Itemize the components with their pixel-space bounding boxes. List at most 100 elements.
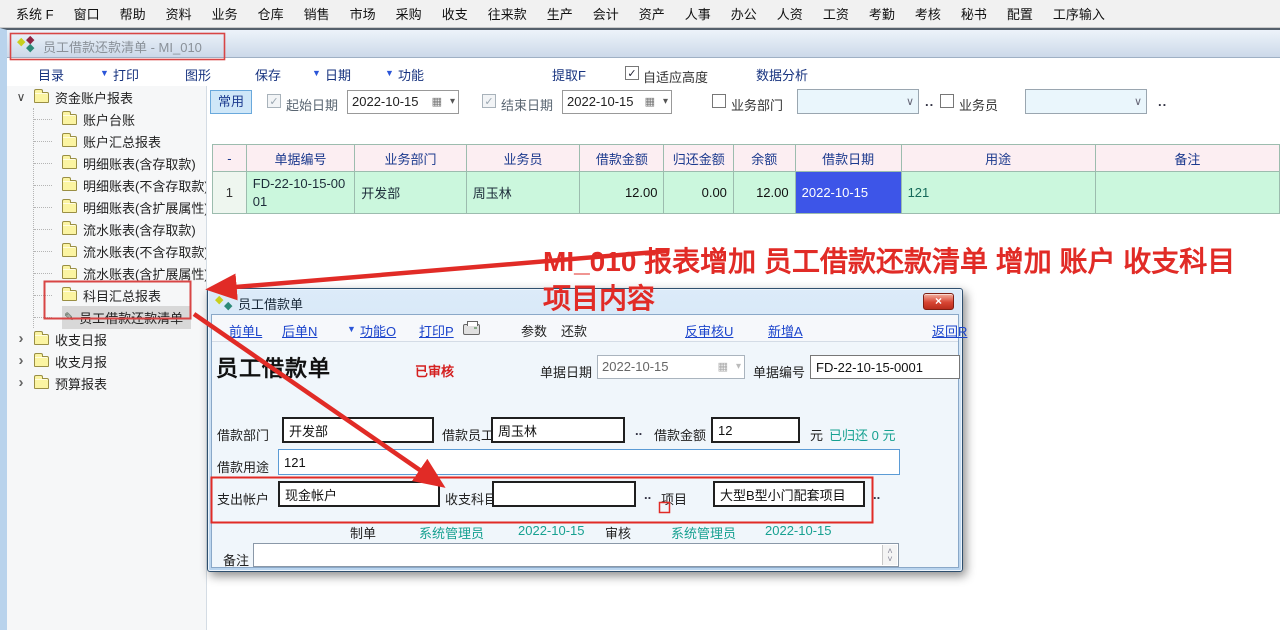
- menu-item[interactable]: 仓库: [248, 4, 294, 23]
- tree-node-daily[interactable]: › 收支日报: [7, 328, 206, 350]
- menu-item[interactable]: 人资: [767, 4, 813, 23]
- function-menu-button[interactable]: 功能: [398, 65, 424, 84]
- tree-node-budget[interactable]: › 预算报表: [7, 372, 206, 394]
- dialog-titlebar[interactable]: ◆ ◆ 员工借款单 ×: [208, 289, 962, 314]
- tree-node[interactable]: 账户台账: [34, 108, 206, 130]
- menu-item[interactable]: 人事: [675, 4, 721, 23]
- staff-combobox[interactable]: ∨: [1025, 89, 1147, 114]
- back-button[interactable]: 返回R: [932, 321, 967, 340]
- category-more-button[interactable]: ..: [644, 487, 651, 502]
- prev-doc-button[interactable]: 前单L: [229, 321, 262, 340]
- col-header-staff[interactable]: 业务员: [466, 145, 579, 172]
- menu-item[interactable]: 秘书: [951, 4, 997, 23]
- col-header-loan-amount[interactable]: 借款金额: [580, 145, 664, 172]
- dept-checkbox[interactable]: [712, 94, 726, 108]
- menu-item[interactable]: 窗口: [64, 4, 110, 23]
- start-date-input[interactable]: 2022-10-15 ▦ ▾: [347, 90, 459, 114]
- menu-item[interactable]: 往来款: [478, 4, 537, 23]
- staff-checkbox[interactable]: [940, 94, 954, 108]
- col-header-dept[interactable]: 业务部门: [355, 145, 466, 172]
- loan-amount-input[interactable]: [711, 417, 800, 443]
- loan-staff-input[interactable]: [491, 417, 625, 443]
- menu-item[interactable]: 工序输入: [1043, 4, 1115, 23]
- next-doc-button[interactable]: 后单N: [282, 321, 317, 340]
- menu-item[interactable]: 业务: [202, 4, 248, 23]
- col-header-balance[interactable]: 余额: [733, 145, 795, 172]
- printer-icon[interactable]: [463, 324, 480, 335]
- menu-item[interactable]: 会计: [583, 4, 629, 23]
- menu-item[interactable]: 考勤: [859, 4, 905, 23]
- staff-more-button[interactable]: ..: [635, 423, 642, 438]
- menu-item[interactable]: 采购: [386, 4, 432, 23]
- params-button[interactable]: 参数: [521, 321, 547, 340]
- category-input[interactable]: [492, 481, 636, 507]
- col-header-purpose[interactable]: 用途: [901, 145, 1095, 172]
- menu-item[interactable]: 收支: [432, 4, 478, 23]
- print-button[interactable]: 打印: [113, 65, 139, 84]
- autofit-checkbox[interactable]: ✓: [625, 66, 639, 80]
- end-date-checkbox[interactable]: ✓: [482, 94, 496, 108]
- graphic-button[interactable]: 图形: [185, 65, 211, 84]
- tree-node[interactable]: 明细账表(含存取款): [34, 152, 206, 174]
- pay-account-input[interactable]: [278, 481, 440, 507]
- cell-balance[interactable]: 12.00: [733, 172, 795, 214]
- tree-node[interactable]: 流水账表(含存取款): [34, 218, 206, 240]
- extract-button[interactable]: 提取F: [552, 65, 586, 84]
- dept-more-button[interactable]: ..: [925, 94, 934, 109]
- end-date-input[interactable]: 2022-10-15 ▦ ▾: [562, 90, 672, 114]
- dropdown-icon[interactable]: ▾: [663, 96, 668, 107]
- project-more-button[interactable]: ..: [873, 487, 880, 502]
- spinner-down-icon[interactable]: ˅: [887, 555, 892, 563]
- tree-node-selected[interactable]: ✎ 员工借款还款清单: [34, 306, 206, 328]
- tab-title[interactable]: 员工借款还款清单 - MI_010: [43, 37, 202, 56]
- tree-node[interactable]: 明细账表(不含存取款): [34, 174, 206, 196]
- spinner-control[interactable]: ˄ ˅: [882, 545, 897, 565]
- menu-item[interactable]: 工资: [813, 4, 859, 23]
- menu-item[interactable]: 考核: [905, 4, 951, 23]
- add-new-button[interactable]: 新增A: [768, 321, 803, 340]
- chevron-down-icon[interactable]: ∨: [14, 90, 28, 104]
- date-menu-button[interactable]: 日期: [325, 65, 351, 84]
- menu-item[interactable]: 资产: [629, 4, 675, 23]
- chevron-right-icon[interactable]: ›: [14, 332, 28, 346]
- repay-button[interactable]: 还款: [561, 321, 587, 340]
- save-button[interactable]: 保存: [255, 65, 281, 84]
- cell-dept[interactable]: 开发部: [355, 172, 466, 214]
- col-header-remark[interactable]: 备注: [1095, 145, 1279, 172]
- loan-dept-input[interactable]: [282, 417, 434, 443]
- menu-item[interactable]: 资料: [156, 4, 202, 23]
- tree-node[interactable]: 科目汇总报表: [34, 284, 206, 306]
- col-header-loan-date[interactable]: 借款日期: [795, 145, 901, 172]
- project-input[interactable]: [713, 481, 865, 507]
- print-button[interactable]: 打印P: [419, 321, 454, 340]
- menu-item[interactable]: 帮助: [110, 4, 156, 23]
- dropdown-icon[interactable]: ▾: [450, 96, 455, 107]
- cell-doc-no[interactable]: FD-22-10-15-0001: [246, 172, 354, 214]
- menu-item[interactable]: 配置: [997, 4, 1043, 23]
- data-analysis-button[interactable]: 数据分析: [756, 65, 808, 84]
- doc-no-input[interactable]: [810, 355, 960, 379]
- cell-loan-amount[interactable]: 12.00: [580, 172, 664, 214]
- chevron-right-icon[interactable]: ›: [14, 376, 28, 390]
- unaudit-button[interactable]: 反审核U: [685, 321, 733, 340]
- cell-purpose[interactable]: 121: [901, 172, 1095, 214]
- cell-staff[interactable]: 周玉林: [466, 172, 579, 214]
- staff-more-button[interactable]: ..: [1158, 94, 1167, 109]
- tree-node[interactable]: 账户汇总报表: [34, 130, 206, 152]
- menu-item[interactable]: 销售: [294, 4, 340, 23]
- tree-node[interactable]: 流水账表(不含存取款): [34, 240, 206, 262]
- tree-node[interactable]: 流水账表(含扩展属性): [34, 262, 206, 284]
- menu-item[interactable]: 系统 F: [6, 4, 64, 23]
- tree-node-fund-account-reports[interactable]: ∨ 资金账户报表: [7, 86, 206, 108]
- close-icon[interactable]: ×: [923, 293, 954, 310]
- remark-input[interactable]: ˄ ˅: [253, 543, 899, 567]
- tree-node[interactable]: 明细账表(含扩展属性): [34, 196, 206, 218]
- catalog-button[interactable]: 目录: [38, 65, 64, 84]
- menu-item[interactable]: 生产: [537, 4, 583, 23]
- col-header-repaid-amount[interactable]: 归还金额: [664, 145, 733, 172]
- tree-node-monthly[interactable]: › 收支月报: [7, 350, 206, 372]
- cell-repaid-amount[interactable]: 0.00: [664, 172, 733, 214]
- start-date-checkbox[interactable]: ✓: [267, 94, 281, 108]
- function-menu-button[interactable]: 功能O: [360, 321, 396, 340]
- cell-row-number[interactable]: 1: [213, 172, 247, 214]
